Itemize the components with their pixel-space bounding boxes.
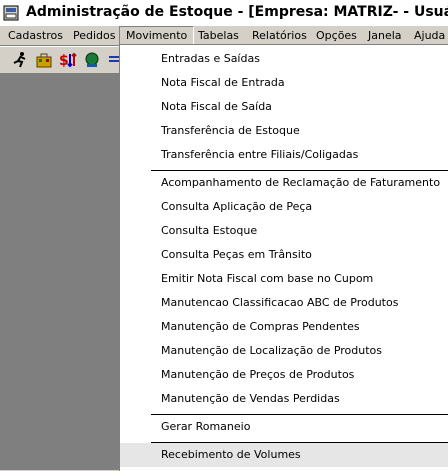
menu-relatorios[interactable]: Relatórios bbox=[246, 26, 313, 45]
menu-item-label: Transferência entre Filiais/Coligadas bbox=[161, 148, 359, 161]
menu-item-consulta-estoque[interactable]: Consulta Estoque bbox=[120, 219, 448, 243]
menu-bar: Cadastros Pedidos Movimento Tabelas Rela… bbox=[0, 26, 448, 46]
menu-cadastros-label: Cadastros bbox=[8, 29, 63, 42]
app-icon[interactable] bbox=[3, 5, 19, 21]
menu-item-label: Consulta Aplicação de Peça bbox=[161, 200, 313, 213]
menu-item-classificacao-abc[interactable]: Manutencao Classificacao ABC de Produtos bbox=[120, 291, 448, 315]
menu-opcoes-label: Opções bbox=[316, 29, 357, 42]
menu-item-precos-produtos[interactable]: Manutenção de Preços de Produtos bbox=[120, 363, 448, 387]
menu-item-transferencia-estoque[interactable]: Transferência de Estoque bbox=[120, 119, 448, 143]
menu-item-consulta-aplicacao-peca[interactable]: Consulta Aplicação de Peça bbox=[120, 195, 448, 219]
menu-item-vendas-perdidas[interactable]: Manutenção de Vendas Perdidas bbox=[120, 387, 448, 411]
movimento-dropdown-menu: Entradas e Saídas Nota Fiscal de Entrada… bbox=[119, 44, 448, 471]
menu-item-label: Entradas e Saídas bbox=[161, 52, 260, 65]
menu-ajuda[interactable]: Ajuda bbox=[408, 26, 448, 45]
svg-text:$: $ bbox=[59, 53, 69, 69]
monitor-icon[interactable] bbox=[82, 51, 102, 69]
menu-item-label: Manutencao Classificacao ABC de Produtos bbox=[161, 296, 399, 309]
menu-ajuda-label: Ajuda bbox=[414, 29, 446, 42]
menu-item-nota-fiscal-saida[interactable]: Nota Fiscal de Saída bbox=[120, 95, 448, 119]
menu-pedidos-label: Pedidos bbox=[73, 29, 116, 42]
left-panel bbox=[0, 73, 120, 470]
runner-icon[interactable] bbox=[10, 51, 30, 69]
menu-item-label: Manutenção de Localização de Produtos bbox=[161, 344, 383, 357]
menu-tabelas[interactable]: Tabelas bbox=[192, 26, 245, 45]
menu-item-label: Gerar Romaneio bbox=[161, 420, 251, 433]
menu-item-label: Manutenção de Preços de Produtos bbox=[161, 368, 355, 381]
menu-cadastros[interactable]: Cadastros bbox=[2, 26, 69, 45]
dollar-arrows-icon[interactable]: $ bbox=[58, 51, 78, 69]
menu-item-compras-pendentes[interactable]: Manutenção de Compras Pendentes bbox=[120, 315, 448, 339]
menu-item-label: Acompanhamento de Reclamação de Faturame… bbox=[161, 176, 441, 189]
window-title: Administração de Estoque - [Empresa: MAT… bbox=[26, 4, 448, 20]
menu-item-label: Nota Fiscal de Saída bbox=[161, 100, 272, 113]
menu-item-nota-fiscal-entrada[interactable]: Nota Fiscal de Entrada bbox=[120, 71, 448, 95]
menu-opcoes[interactable]: Opções bbox=[310, 26, 363, 45]
title-bar: Administração de Estoque - [Empresa: MAT… bbox=[0, 0, 448, 26]
menu-movimento[interactable]: Movimento bbox=[119, 26, 195, 45]
menu-item-label: Nota Fiscal de Entrada bbox=[161, 76, 285, 89]
briefcase-icon[interactable] bbox=[34, 51, 54, 69]
menu-item-label: Transferência de Estoque bbox=[161, 124, 300, 137]
menu-item-label: Emitir Nota Fiscal com base no Cupom bbox=[161, 272, 374, 285]
menu-item-localizacao-produtos[interactable]: Manutenção de Localização de Produtos bbox=[120, 339, 448, 363]
menu-item-transferencia-filiais[interactable]: Transferência entre Filiais/Coligadas bbox=[120, 143, 448, 167]
menu-item-entradas-e-saidas[interactable]: Entradas e Saídas bbox=[120, 47, 448, 71]
menu-item-label: Recebimento de Volumes bbox=[161, 448, 301, 461]
menu-item-consulta-pecas-transito[interactable]: Consulta Peças em Trânsito bbox=[120, 243, 448, 267]
menu-janela-label: Janela bbox=[368, 29, 402, 42]
menu-item-label: Consulta Peças em Trânsito bbox=[161, 248, 312, 261]
menu-item-recebimento-volumes[interactable]: Recebimento de Volumes bbox=[120, 443, 448, 467]
menu-movimento-label: Movimento bbox=[126, 29, 188, 42]
menu-item-gerar-romaneio[interactable]: Gerar Romaneio bbox=[120, 415, 448, 439]
menu-item-acompanhamento-reclamacao[interactable]: Acompanhamento de Reclamação de Faturame… bbox=[120, 171, 448, 195]
menu-item-label: Manutenção de Vendas Perdidas bbox=[161, 392, 340, 405]
menu-tabelas-label: Tabelas bbox=[198, 29, 239, 42]
menu-item-label: Consulta Estoque bbox=[161, 224, 258, 237]
menu-item-label: Manutenção de Compras Pendentes bbox=[161, 320, 360, 333]
menu-pedidos[interactable]: Pedidos bbox=[67, 26, 122, 45]
menu-relatorios-label: Relatórios bbox=[252, 29, 307, 42]
menu-janela[interactable]: Janela bbox=[362, 26, 408, 45]
menu-item-emitir-nota-fiscal-cupom[interactable]: Emitir Nota Fiscal com base no Cupom bbox=[120, 267, 448, 291]
